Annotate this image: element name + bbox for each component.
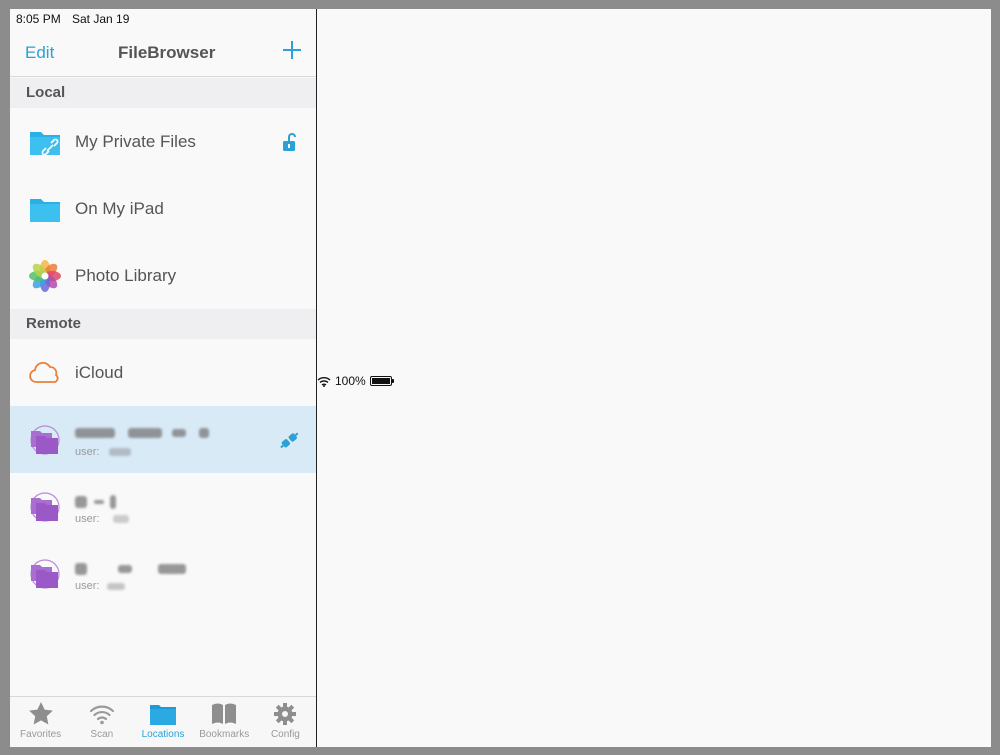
- network-folder-icon: [30, 558, 60, 589]
- tab-config[interactable]: Config: [255, 697, 316, 747]
- tab-label: Favorites: [20, 729, 62, 740]
- server-name-redacted: [75, 491, 117, 511]
- star-icon: [28, 702, 53, 725]
- book-icon: [212, 703, 237, 724]
- location-on-my-ipad[interactable]: On My iPad: [10, 175, 316, 242]
- section-local: Local: [10, 78, 316, 108]
- section-remote: Remote: [10, 309, 316, 339]
- location-label: iCloud: [75, 362, 124, 382]
- tab-label: Bookmarks: [199, 729, 250, 740]
- status-right: 100%: [317, 12, 991, 747]
- folder-icon: [30, 198, 60, 222]
- connected-plug-icon[interactable]: [278, 429, 300, 451]
- tab-locations[interactable]: Locations: [132, 697, 193, 747]
- wifi-icon: [89, 705, 114, 725]
- wifi-icon: [317, 376, 331, 387]
- location-label: My Private Files: [75, 131, 196, 151]
- location-remote-server-1[interactable]: user:: [10, 406, 316, 473]
- location-my-private-files[interactable]: My Private Files: [10, 108, 316, 175]
- server-name-redacted: [75, 558, 187, 578]
- tab-scan[interactable]: Scan: [71, 697, 132, 747]
- gear-icon: [274, 703, 297, 725]
- status-time: 8:05 PM: [16, 12, 61, 26]
- location-photo-library[interactable]: Photo Library: [10, 242, 316, 309]
- sidebar-title: FileBrowser: [118, 43, 216, 62]
- server-name-redacted: [75, 422, 210, 442]
- linked-folder-icon: [30, 131, 60, 155]
- battery-percent: 100%: [335, 374, 366, 388]
- network-folder-icon: [30, 424, 60, 455]
- tab-label: Config: [270, 729, 300, 740]
- battery-icon: [369, 376, 394, 386]
- folder-icon: [150, 705, 176, 725]
- add-location-button[interactable]: [282, 40, 302, 62]
- server-user: user:: [75, 513, 129, 525]
- photos-icon: [29, 259, 61, 292]
- server-user: user:: [75, 580, 125, 592]
- status-bar: 8:05 PM Sat Jan 19 100%: [10, 9, 991, 747]
- ipad-screen: Edit FileBrowser Local My Private Files: [10, 9, 991, 747]
- edit-button[interactable]: Edit: [25, 43, 54, 63]
- cloud-icon: [29, 361, 59, 383]
- tab-favorites[interactable]: Favorites: [10, 697, 71, 747]
- network-folder-icon: [30, 491, 60, 522]
- location-remote-server-2[interactable]: user:: [10, 473, 316, 540]
- tab-label: Locations: [141, 729, 185, 740]
- server-user: user:: [75, 446, 131, 458]
- location-icloud[interactable]: iCloud: [10, 339, 316, 406]
- plus-icon: [283, 41, 301, 59]
- location-label: On My iPad: [75, 198, 164, 218]
- location-label: Photo Library: [75, 265, 177, 285]
- sidebar: Edit FileBrowser Local My Private Files: [10, 9, 316, 747]
- location-remote-server-3[interactable]: user:: [10, 540, 316, 607]
- bottom-tab-bar: Favorites Scan Locations Bookmarks Confi…: [10, 696, 316, 747]
- sidebar-navbar: Edit FileBrowser: [10, 29, 316, 77]
- unlock-icon[interactable]: [278, 131, 300, 153]
- tab-label: Scan: [90, 729, 114, 740]
- tab-bookmarks[interactable]: Bookmarks: [194, 697, 255, 747]
- status-date: Sat Jan 19: [72, 12, 130, 26]
